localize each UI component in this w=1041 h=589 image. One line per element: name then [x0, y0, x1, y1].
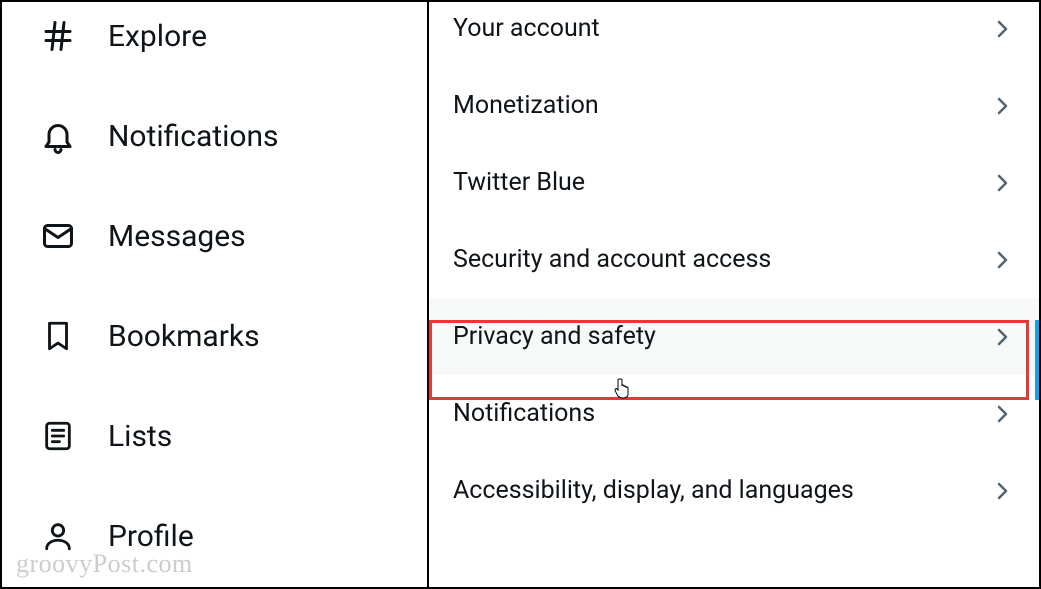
settings-item-privacy-safety[interactable]: Privacy and safety — [429, 298, 1039, 375]
settings-item-monetization[interactable]: Monetization — [429, 67, 1039, 144]
nav-label: Bookmarks — [108, 319, 260, 354]
nav-item-bookmarks[interactable]: Bookmarks — [2, 298, 427, 374]
settings-item-notifications[interactable]: Notifications — [429, 375, 1039, 452]
list-icon — [38, 416, 78, 456]
nav-label: Explore — [108, 19, 207, 54]
nav-label: Messages — [108, 219, 246, 254]
nav-item-notifications[interactable]: Notifications — [2, 98, 427, 174]
nav-item-profile[interactable]: Profile — [2, 498, 427, 574]
nav-label: Notifications — [108, 119, 279, 154]
selected-row-accent — [1035, 320, 1039, 400]
hash-icon — [38, 16, 78, 56]
settings-label: Twitter Blue — [453, 168, 585, 197]
settings-item-your-account[interactable]: Your account — [429, 2, 1039, 67]
envelope-icon — [38, 216, 78, 256]
chevron-right-icon — [989, 324, 1015, 350]
settings-item-twitter-blue[interactable]: Twitter Blue — [429, 144, 1039, 221]
chevron-right-icon — [989, 478, 1015, 504]
nav-item-lists[interactable]: Lists — [2, 398, 427, 474]
chevron-right-icon — [989, 93, 1015, 119]
person-icon — [38, 516, 78, 556]
bookmark-icon — [38, 316, 78, 356]
chevron-right-icon — [989, 16, 1015, 42]
chevron-right-icon — [989, 247, 1015, 273]
nav-item-explore[interactable]: Explore — [2, 0, 427, 74]
settings-label: Privacy and safety — [453, 322, 656, 351]
settings-label: Security and account access — [453, 245, 771, 274]
settings-label: Notifications — [453, 399, 595, 428]
settings-item-security-access[interactable]: Security and account access — [429, 221, 1039, 298]
nav-label: Profile — [108, 519, 194, 554]
settings-panel: Your account Monetization Twitter Blue S… — [429, 2, 1039, 587]
bell-icon — [38, 116, 78, 156]
settings-label: Accessibility, display, and languages — [453, 476, 854, 505]
chevron-right-icon — [989, 401, 1015, 427]
settings-item-accessibility[interactable]: Accessibility, display, and languages — [429, 452, 1039, 529]
app-frame: Explore Notifications Messages — [0, 0, 1041, 589]
chevron-right-icon — [989, 170, 1015, 196]
primary-nav: Explore Notifications Messages — [2, 2, 429, 587]
settings-label: Your account — [453, 14, 600, 43]
settings-label: Monetization — [453, 91, 599, 120]
nav-item-messages[interactable]: Messages — [2, 198, 427, 274]
nav-label: Lists — [108, 419, 172, 454]
